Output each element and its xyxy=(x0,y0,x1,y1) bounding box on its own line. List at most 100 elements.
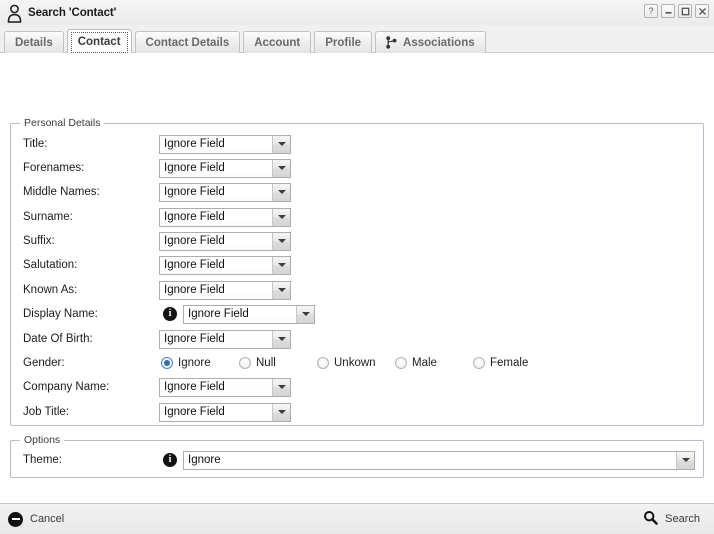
tab-account[interactable]: Account xyxy=(243,31,312,53)
group-legend: Options xyxy=(20,434,65,446)
label-title: Title: xyxy=(23,138,48,150)
radio-label: Ignore xyxy=(178,357,211,369)
dropdown-value: Ignore Field xyxy=(160,135,272,153)
chevron-down-icon[interactable] xyxy=(272,135,290,153)
tab-label: Contact Details xyxy=(145,36,230,49)
label-date-of-birth: Date Of Birth: xyxy=(23,333,93,345)
dropdown-title[interactable]: Ignore Field xyxy=(159,134,291,154)
field-row-date-of-birth: Date Of Birth: Ignore Field xyxy=(11,327,703,351)
field-row-theme: Theme: i Ignore xyxy=(11,448,703,472)
window-controls: ? xyxy=(644,4,709,18)
chevron-down-icon[interactable] xyxy=(272,208,290,226)
radio-indicator xyxy=(317,357,329,369)
radio-label: Null xyxy=(256,357,276,369)
dropdown-value: Ignore Field xyxy=(160,232,272,250)
search-contact-window: Search 'Contact' ? Details Contact Conta… xyxy=(0,0,714,534)
tab-contact[interactable]: Contact xyxy=(66,29,132,53)
info-icon[interactable]: i xyxy=(163,453,177,467)
dropdown-forenames[interactable]: Ignore Field xyxy=(159,158,291,178)
field-row-job-title: Job Title: Ignore Field xyxy=(11,400,703,424)
label-suffix: Suffix: xyxy=(23,235,55,247)
dropdown-known-as[interactable]: Ignore Field xyxy=(159,280,291,300)
radio-gender-null[interactable]: Null xyxy=(239,357,317,369)
field-row-company-name: Company Name: Ignore Field xyxy=(11,375,703,399)
close-button[interactable] xyxy=(695,4,709,18)
form-content: Personal Details Title: Ignore Field For… xyxy=(0,53,714,503)
chevron-down-icon[interactable] xyxy=(272,403,290,421)
label-gender: Gender: xyxy=(23,357,65,369)
radio-gender-ignore[interactable]: Ignore xyxy=(161,357,239,369)
tab-associations[interactable]: Associations xyxy=(375,31,486,53)
dropdown-theme[interactable]: Ignore xyxy=(183,450,695,470)
dropdown-suffix[interactable]: Ignore Field xyxy=(159,231,291,251)
dropdown-surname[interactable]: Ignore Field xyxy=(159,207,291,227)
gender-radio-group: Ignore Null Unkown Male Female xyxy=(161,357,528,369)
magnifier-icon xyxy=(643,510,658,528)
cancel-label: Cancel xyxy=(30,513,65,525)
field-row-gender: Gender: Ignore Null Unkown Male Female xyxy=(11,351,703,375)
dropdown-value: Ignore Field xyxy=(160,281,272,299)
tab-label: Details xyxy=(15,36,53,49)
chevron-down-icon[interactable] xyxy=(272,159,290,177)
dropdown-job-title[interactable]: Ignore Field xyxy=(159,402,291,422)
field-row-surname: Surname: Ignore Field xyxy=(11,205,703,229)
radio-label: Unkown xyxy=(334,357,376,369)
label-known-as: Known As: xyxy=(23,284,78,296)
cancel-icon xyxy=(8,511,23,527)
radio-gender-male[interactable]: Male xyxy=(395,357,473,369)
chevron-down-icon[interactable] xyxy=(272,232,290,250)
maximize-button[interactable] xyxy=(678,4,692,18)
dropdown-display-name[interactable]: Ignore Field xyxy=(183,304,315,324)
tab-label: Account xyxy=(254,36,301,49)
dropdown-date-of-birth[interactable]: Ignore Field xyxy=(159,329,291,349)
label-display-name: Display Name: xyxy=(23,308,98,320)
chevron-down-icon[interactable] xyxy=(272,256,290,274)
chevron-down-icon[interactable] xyxy=(272,183,290,201)
cancel-button[interactable]: Cancel xyxy=(8,511,65,527)
branch-icon xyxy=(386,36,397,49)
info-icon[interactable]: i xyxy=(163,307,177,321)
chevron-down-icon[interactable] xyxy=(676,451,694,469)
options-group: Options Theme: i Ignore xyxy=(10,434,704,478)
dropdown-value: Ignore Field xyxy=(160,208,272,226)
label-company-name: Company Name: xyxy=(23,381,110,393)
dropdown-company-name[interactable]: Ignore Field xyxy=(159,377,291,397)
search-label: Search xyxy=(665,513,700,525)
dropdown-value: Ignore Field xyxy=(160,378,272,396)
radio-label: Male xyxy=(412,357,437,369)
help-button[interactable]: ? xyxy=(644,4,658,18)
search-button[interactable]: Search xyxy=(643,510,700,528)
tab-label: Profile xyxy=(325,36,362,49)
person-icon xyxy=(6,4,23,23)
tab-profile[interactable]: Profile xyxy=(314,31,373,53)
field-row-title: Title: Ignore Field xyxy=(11,132,703,156)
label-job-title: Job Title: xyxy=(23,406,70,418)
dropdown-salutation[interactable]: Ignore Field xyxy=(159,255,291,275)
field-row-known-as: Known As: Ignore Field xyxy=(11,278,703,302)
tab-label: Contact xyxy=(77,35,121,48)
maximize-icon xyxy=(681,7,690,16)
field-row-salutation: Salutation: Ignore Field xyxy=(11,253,703,277)
minimize-button[interactable] xyxy=(661,4,675,18)
dropdown-middle-names[interactable]: Ignore Field xyxy=(159,182,291,202)
close-icon xyxy=(698,7,707,16)
tab-contact-details[interactable]: Contact Details xyxy=(134,31,241,53)
radio-indicator xyxy=(473,357,485,369)
title-bar: Search 'Contact' ? xyxy=(0,0,714,25)
tab-details[interactable]: Details xyxy=(4,31,64,53)
chevron-down-icon[interactable] xyxy=(272,378,290,396)
dropdown-value: Ignore Field xyxy=(160,159,272,177)
radio-gender-female[interactable]: Female xyxy=(473,357,528,369)
chevron-down-icon[interactable] xyxy=(272,330,290,348)
field-row-middle-names: Middle Names: Ignore Field xyxy=(11,180,703,204)
question-mark-icon: ? xyxy=(648,5,654,16)
dropdown-value: Ignore Field xyxy=(160,256,272,274)
group-legend: Personal Details xyxy=(20,117,105,129)
chevron-down-icon[interactable] xyxy=(296,305,314,323)
radio-gender-unkown[interactable]: Unkown xyxy=(317,357,395,369)
window-title: Search 'Contact' xyxy=(28,6,117,19)
chevron-down-icon[interactable] xyxy=(272,281,290,299)
label-middle-names: Middle Names: xyxy=(23,186,100,198)
radio-indicator xyxy=(395,357,407,369)
tab-label: Associations xyxy=(403,36,475,49)
